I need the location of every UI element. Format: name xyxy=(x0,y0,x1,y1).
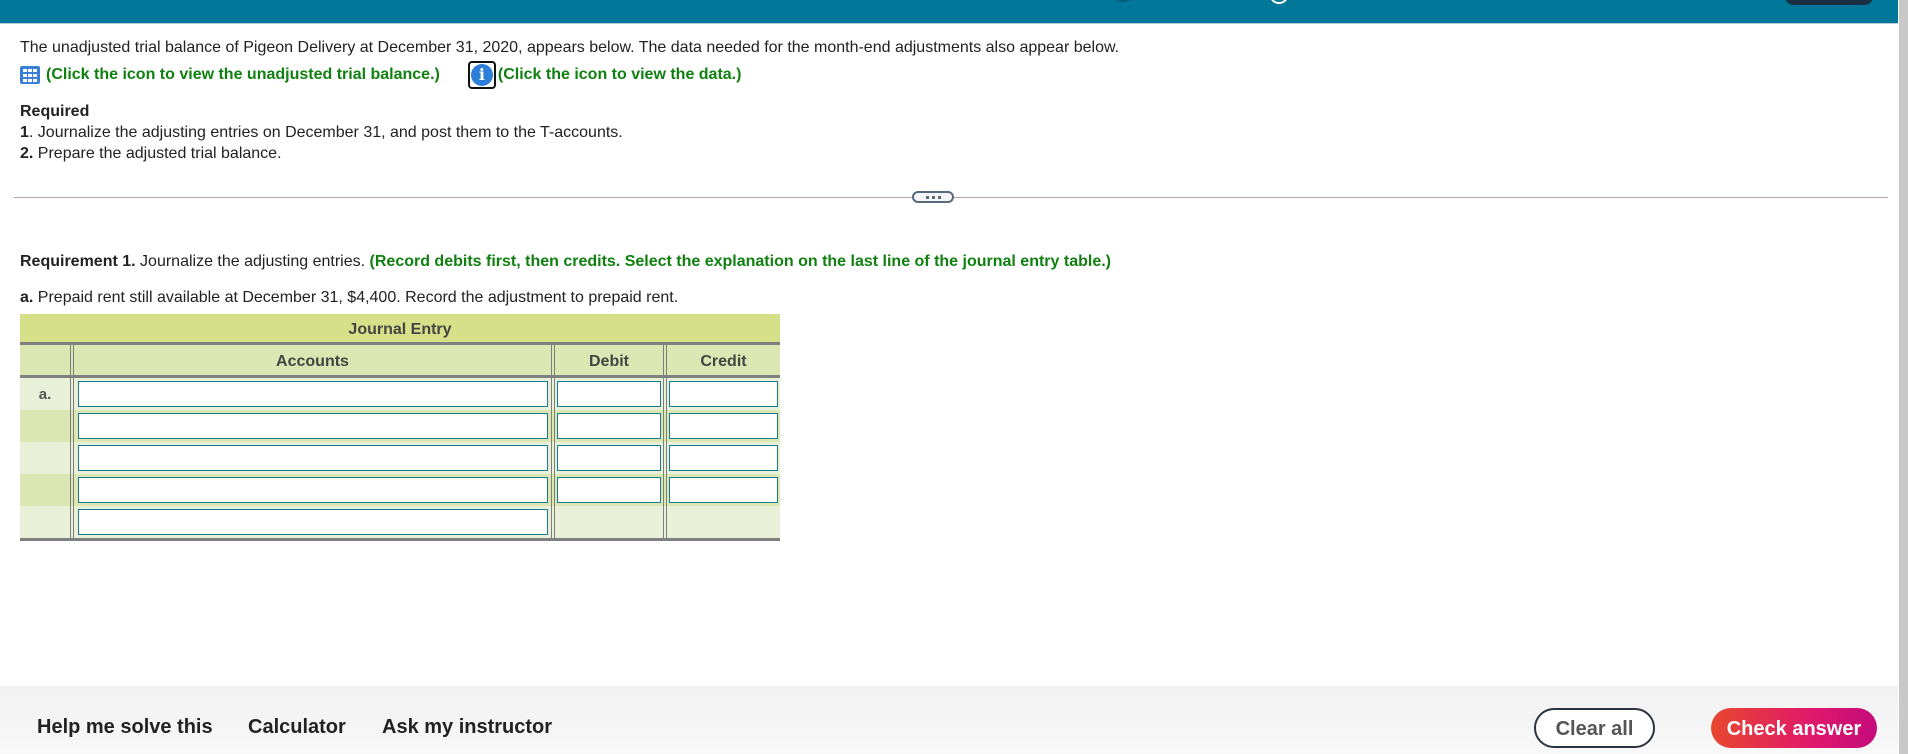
explanation-input[interactable] xyxy=(77,509,548,535)
debit-input[interactable] xyxy=(557,477,661,503)
ask-instructor-link[interactable]: Ask my instructor xyxy=(382,716,552,739)
trial-balance-link-text[interactable]: (Click the icon to view the unadjusted t… xyxy=(46,66,440,84)
column-header-debit: Debit xyxy=(551,345,663,375)
row-label: a. xyxy=(38,385,52,403)
journal-entry-title: Journal Entry xyxy=(20,314,780,345)
debit-input[interactable] xyxy=(557,445,661,471)
info-icon[interactable]: i xyxy=(470,64,493,86)
requirement-1-instruction: (Record debits first, then credits. Sele… xyxy=(369,253,1111,270)
requirement-1-instructions: Requirement 1. Journalize the adjusting … xyxy=(20,253,1111,271)
journal-row xyxy=(20,474,780,506)
requirement-1-label: Requirement 1. xyxy=(20,253,136,270)
row-label xyxy=(20,474,70,506)
part-a-prompt: a. Prepaid rent still available at Decem… xyxy=(20,289,678,307)
progress-ring-icon xyxy=(1270,0,1288,4)
journal-row: a. xyxy=(20,378,780,410)
debit-input[interactable] xyxy=(557,413,661,439)
requirement-1-text: Journalize the adjusting entries. xyxy=(140,253,366,270)
top-header-bar xyxy=(0,0,1898,24)
required-heading: Required xyxy=(20,103,90,120)
data-link[interactable]: (Click the icon to view the data.) xyxy=(498,66,742,84)
journal-row xyxy=(20,442,780,474)
credit-input[interactable] xyxy=(669,413,778,439)
required-section: Required 1. Journalize the adjusting ent… xyxy=(20,101,623,164)
resource-links: (Click the icon to view the unadjusted t… xyxy=(20,61,741,89)
empty-debit-cell xyxy=(551,506,663,538)
clear-all-button[interactable]: Clear all xyxy=(1534,708,1655,748)
column-header-label xyxy=(20,345,70,375)
more-dots-icon xyxy=(931,195,935,199)
part-a-text: Prepaid rent still available at December… xyxy=(37,289,679,306)
debit-input[interactable] xyxy=(557,381,661,407)
journal-header-row: Accounts Debit Credit xyxy=(20,345,780,378)
row-label xyxy=(20,442,70,474)
credit-input[interactable] xyxy=(669,445,778,471)
credit-input[interactable] xyxy=(669,477,778,503)
row-label xyxy=(20,410,70,442)
required-item-sep: . xyxy=(28,124,38,141)
vertical-scrollbar[interactable] xyxy=(1899,0,1908,754)
required-item-1: 1. Journalize the adjusting entries on D… xyxy=(20,122,623,143)
row-label xyxy=(20,506,70,538)
required-item-text: Journalize the adjusting entries on Dece… xyxy=(37,124,623,141)
required-item-2: 2. Prepare the adjusted trial balance. xyxy=(20,143,623,164)
step-indicator-icon[interactable] xyxy=(1112,0,1134,2)
column-header-credit: Credit xyxy=(663,345,780,375)
intro-text: The unadjusted trial balance of Pigeon D… xyxy=(20,39,1120,56)
more-dots-icon xyxy=(925,195,929,199)
part-a-label: a. xyxy=(20,289,34,306)
expand-collapse-button[interactable] xyxy=(912,191,954,203)
journal-entry-table: Journal Entry Accounts Debit Credit a. xyxy=(20,314,780,541)
account-input[interactable] xyxy=(77,445,548,471)
required-item-text: Prepare the adjusted trial balance. xyxy=(37,145,282,162)
required-item-number: 1 xyxy=(20,124,29,141)
journal-row xyxy=(20,410,780,442)
header-menu-button[interactable] xyxy=(1785,0,1873,5)
account-input[interactable] xyxy=(77,381,548,407)
journal-explanation-row xyxy=(20,506,780,538)
table-grid-icon[interactable] xyxy=(20,66,40,84)
calculator-link[interactable]: Calculator xyxy=(248,716,346,739)
trial-balance-link[interactable]: (Click the icon to view the unadjusted t… xyxy=(20,66,440,84)
info-button[interactable]: i xyxy=(467,61,496,89)
footer-bar: Help me solve this Calculator Ask my ins… xyxy=(0,686,1898,754)
help-me-solve-link[interactable]: Help me solve this xyxy=(37,716,213,739)
credit-input[interactable] xyxy=(669,381,778,407)
empty-credit-cell xyxy=(663,506,780,538)
account-input[interactable] xyxy=(77,413,548,439)
column-header-accounts: Accounts xyxy=(70,345,551,375)
check-answer-button[interactable]: Check answer xyxy=(1711,708,1877,748)
account-input[interactable] xyxy=(77,477,548,503)
required-item-number: 2. xyxy=(20,145,34,162)
more-dots-icon xyxy=(937,195,941,199)
